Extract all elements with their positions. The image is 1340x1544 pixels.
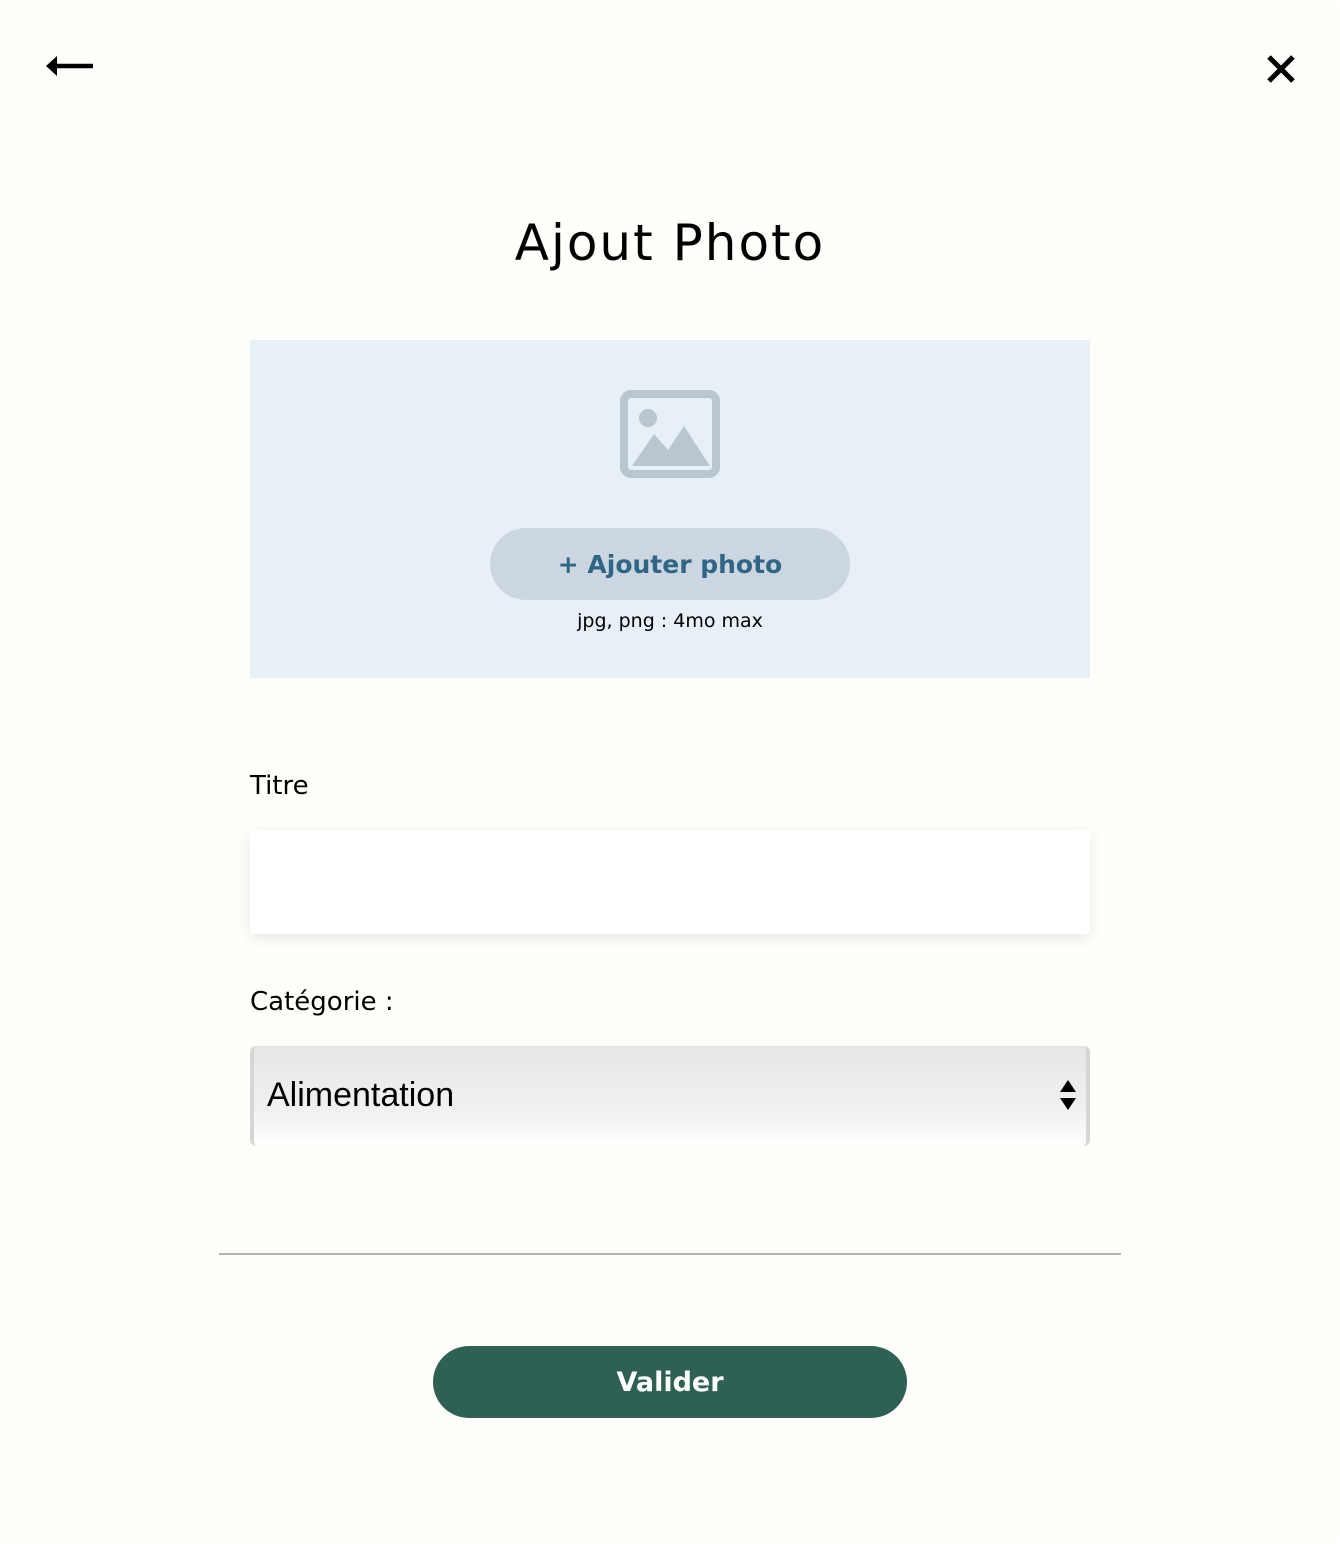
category-selected-value: Alimentation <box>267 1076 455 1114</box>
arrow-left-icon[interactable] <box>40 44 96 88</box>
add-photo-button[interactable]: + Ajouter photo <box>490 528 850 600</box>
close-icon[interactable] <box>1258 46 1304 92</box>
category-label: Catégorie : <box>250 987 394 1017</box>
title-label: Titre <box>250 771 309 801</box>
upload-hint: jpg, png : 4mo max <box>577 610 763 632</box>
select-arrows-icon <box>1058 1078 1078 1112</box>
photo-upload-zone: + Ajouter photo jpg, png : 4mo max <box>250 340 1090 678</box>
divider <box>219 1253 1121 1255</box>
title-input[interactable] <box>250 830 1090 934</box>
add-photo-modal: Ajout Photo + Ajouter photo jpg, png : 4… <box>0 0 1340 1544</box>
page-title: Ajout Photo <box>514 214 826 272</box>
image-placeholder-icon <box>620 390 720 478</box>
submit-button[interactable]: Valider <box>433 1346 907 1418</box>
category-select[interactable]: Alimentation <box>250 1046 1090 1146</box>
